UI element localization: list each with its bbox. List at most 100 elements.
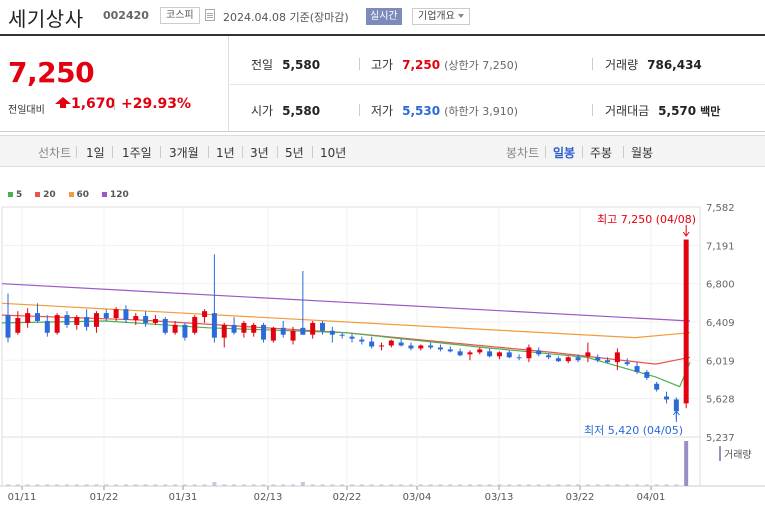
volume-bar bbox=[55, 484, 60, 486]
volume-bar bbox=[408, 484, 413, 486]
volume-bar bbox=[467, 484, 472, 486]
x-tick-label: 03/13 bbox=[485, 492, 514, 503]
volume-bar bbox=[241, 484, 246, 486]
volume-bar bbox=[84, 484, 89, 486]
candle bbox=[506, 352, 512, 358]
volume-bar bbox=[536, 484, 541, 486]
volume-bar bbox=[182, 484, 187, 486]
volume-bar bbox=[350, 484, 354, 486]
volume-bar bbox=[428, 484, 433, 486]
candle bbox=[634, 366, 640, 372]
volume-bar bbox=[25, 484, 30, 486]
candle bbox=[329, 330, 335, 335]
volume-bar bbox=[340, 484, 345, 486]
volume-bar bbox=[438, 484, 443, 486]
candle bbox=[172, 324, 178, 333]
volume-bar bbox=[359, 484, 364, 486]
candle bbox=[74, 317, 80, 325]
volume-bar bbox=[654, 484, 659, 486]
candle bbox=[152, 319, 158, 323]
volume-bar bbox=[202, 484, 207, 486]
candle bbox=[683, 239, 689, 404]
candle bbox=[202, 311, 208, 318]
x-tick-label: 04/01 bbox=[637, 492, 666, 503]
candle bbox=[113, 309, 119, 319]
candle bbox=[477, 349, 483, 353]
volume-bar bbox=[595, 484, 600, 486]
y-tick-label: 6,019 bbox=[706, 356, 735, 367]
candle bbox=[280, 327, 286, 335]
volume-bar bbox=[546, 484, 551, 486]
volume-bar bbox=[605, 484, 610, 486]
volume-bar bbox=[615, 484, 620, 486]
volume-bar bbox=[104, 484, 109, 486]
candle bbox=[398, 342, 404, 346]
volume-bar bbox=[399, 484, 404, 486]
volume-bar bbox=[45, 484, 50, 486]
candle bbox=[447, 349, 453, 352]
candle bbox=[261, 324, 267, 340]
volume-bar bbox=[114, 484, 119, 486]
low-annotation: 최저 5,420 (04/05) bbox=[584, 424, 684, 437]
y-tick-label: 7,191 bbox=[706, 241, 735, 252]
volume-bar bbox=[74, 484, 79, 486]
candle bbox=[54, 315, 60, 333]
candle bbox=[310, 322, 316, 335]
volume-bar bbox=[507, 484, 512, 486]
volume-bar bbox=[477, 484, 482, 486]
volume-bar bbox=[644, 484, 649, 486]
volume-bar bbox=[674, 484, 679, 486]
candle bbox=[103, 313, 109, 319]
y-tick-label: 6,409 bbox=[706, 318, 735, 329]
x-tick-label: 01/22 bbox=[90, 492, 119, 503]
candle bbox=[182, 324, 188, 338]
volume-bar bbox=[212, 482, 217, 486]
candle bbox=[614, 352, 620, 363]
candle bbox=[546, 355, 552, 358]
volume-bar bbox=[664, 484, 669, 486]
volume-bar bbox=[300, 482, 305, 486]
candle bbox=[231, 324, 237, 333]
volume-bar bbox=[310, 484, 315, 486]
candle bbox=[349, 336, 355, 339]
y-tick-label: 5,628 bbox=[706, 395, 735, 406]
volume-bar bbox=[330, 484, 335, 486]
volume-bar bbox=[35, 484, 40, 486]
x-tick-label: 01/11 bbox=[8, 492, 37, 503]
candle bbox=[290, 330, 296, 341]
candle bbox=[605, 360, 611, 363]
y-tick-label: 5,237 bbox=[706, 433, 735, 444]
candle bbox=[15, 318, 21, 333]
volume-bar bbox=[497, 484, 502, 486]
x-tick-label: 03/04 bbox=[403, 492, 432, 503]
volume-bar bbox=[458, 484, 463, 486]
candle bbox=[84, 317, 90, 327]
candle bbox=[624, 362, 630, 365]
volume-bar bbox=[163, 484, 168, 486]
volume-bar bbox=[517, 484, 522, 486]
volume-bar bbox=[6, 484, 10, 486]
high-annotation: 최고 7,250 (04/08) bbox=[597, 213, 697, 226]
volume-bar bbox=[566, 484, 571, 486]
candle bbox=[64, 315, 70, 325]
candle bbox=[133, 316, 139, 320]
candle bbox=[211, 313, 217, 338]
volume-bar bbox=[94, 484, 99, 486]
candle bbox=[388, 340, 394, 346]
candle bbox=[192, 317, 198, 333]
volume-bar bbox=[64, 484, 69, 486]
candle bbox=[300, 327, 306, 335]
candle bbox=[496, 352, 502, 357]
candle bbox=[585, 352, 591, 357]
candle bbox=[378, 345, 384, 347]
candle bbox=[25, 313, 31, 323]
volume-bar bbox=[232, 484, 237, 486]
candle bbox=[487, 351, 493, 357]
candle bbox=[673, 399, 679, 412]
candle bbox=[555, 358, 561, 362]
volume-bar bbox=[153, 484, 158, 486]
candle bbox=[221, 324, 227, 338]
candle bbox=[575, 357, 581, 361]
volume-bar bbox=[281, 484, 286, 486]
candle bbox=[664, 396, 670, 400]
